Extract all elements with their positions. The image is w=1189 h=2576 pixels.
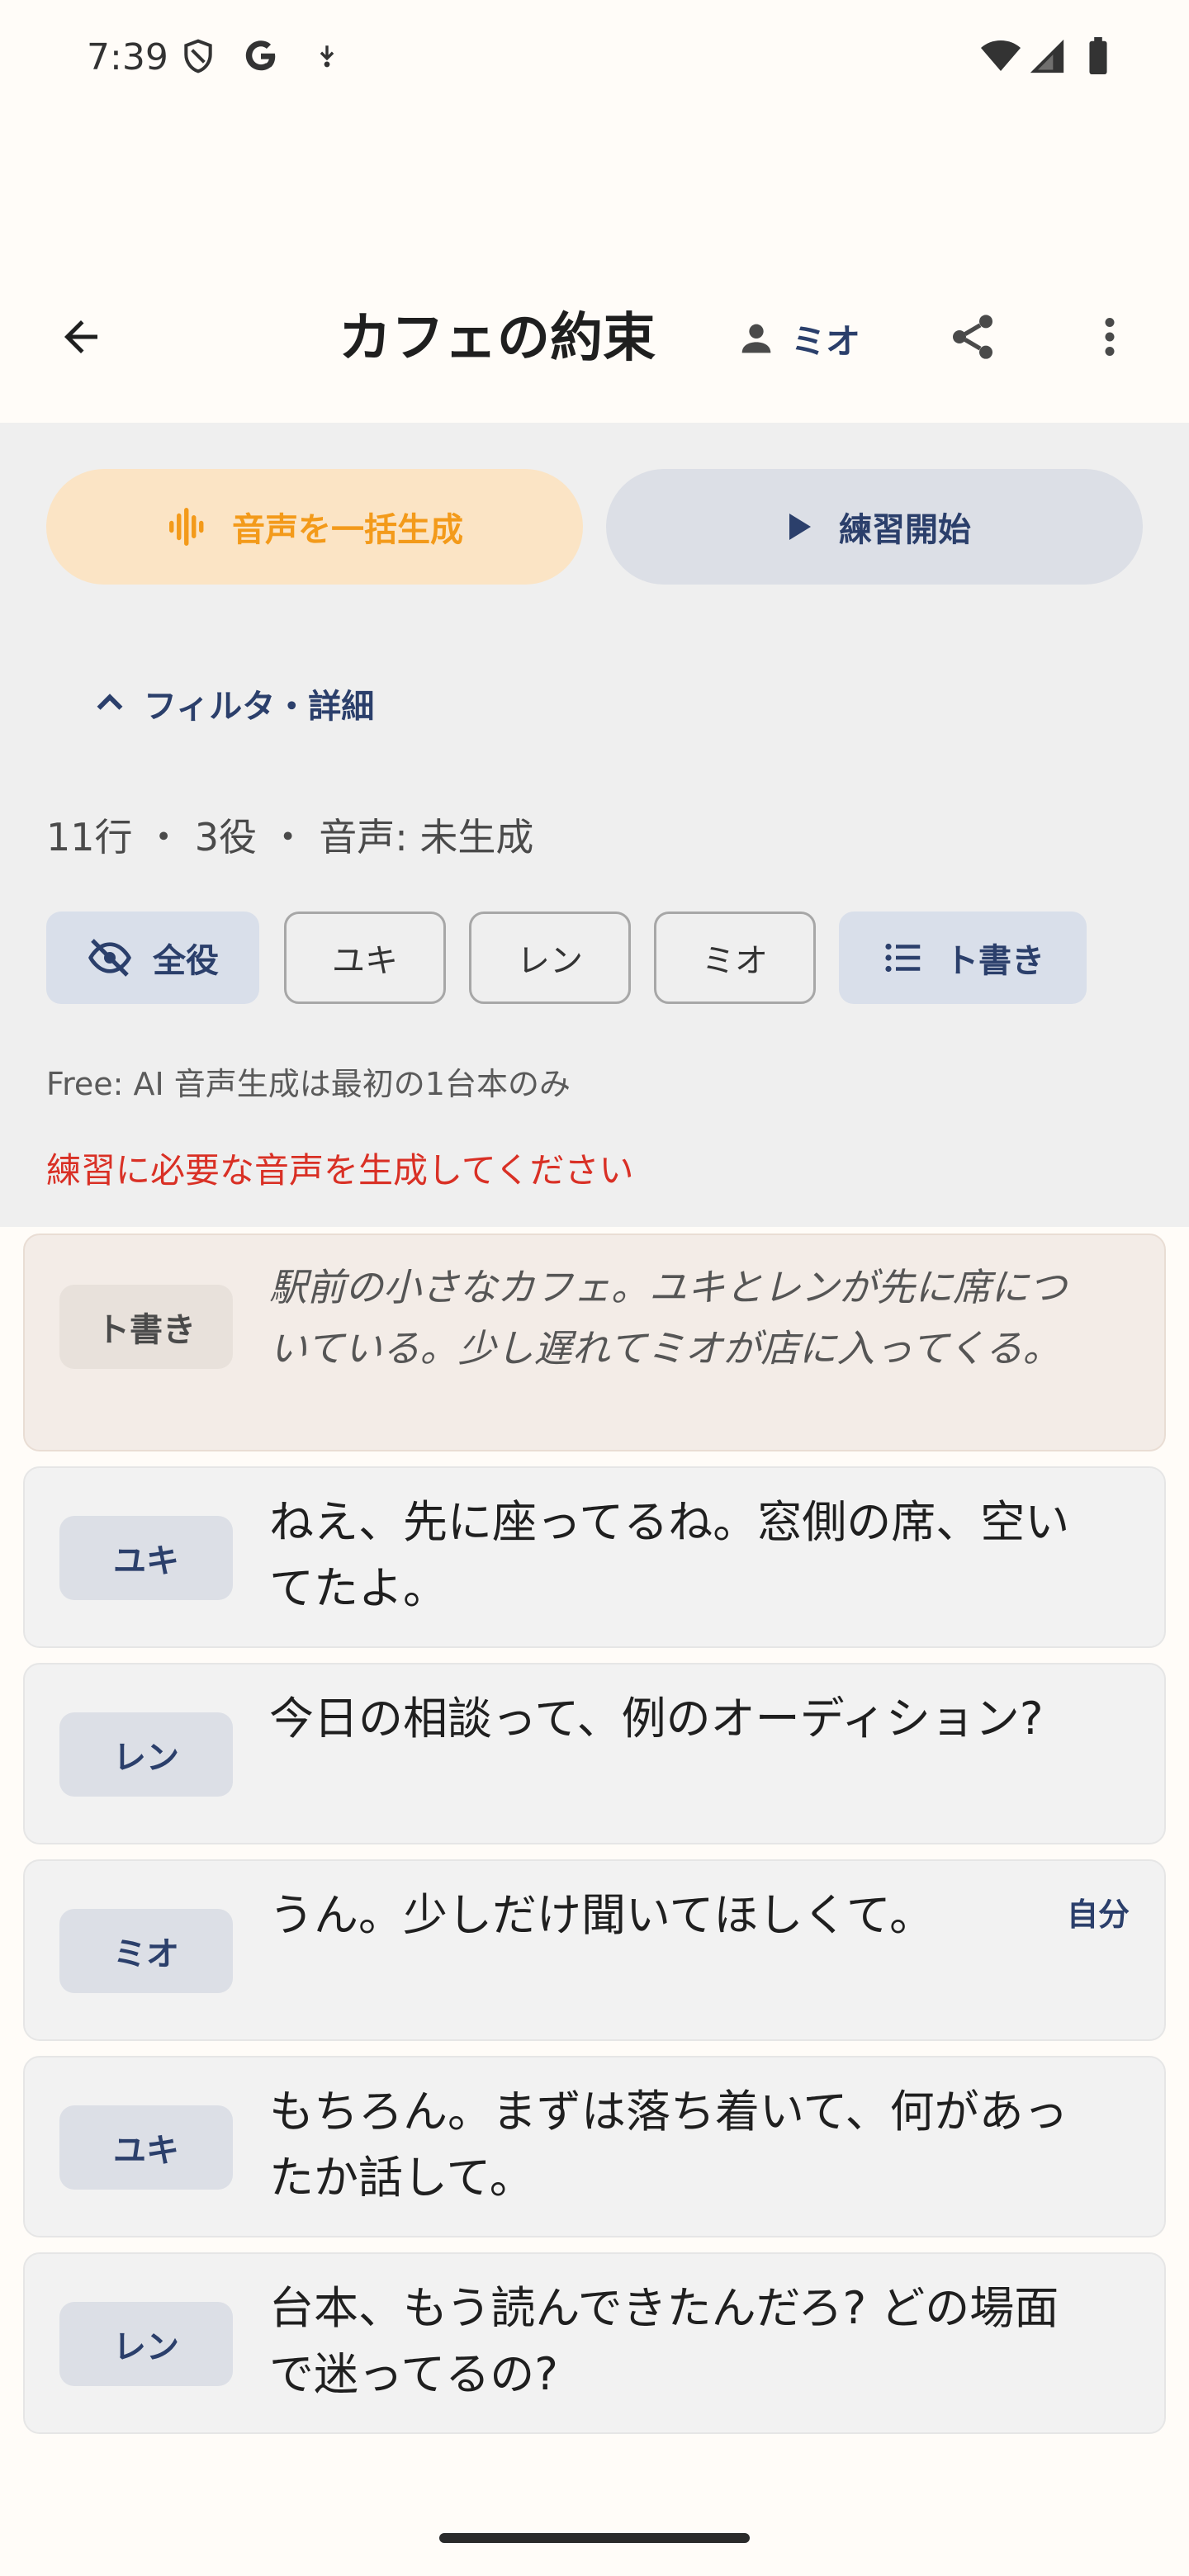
list-item[interactable]: ト書き 駅前の小さなカフェ。ユキとレンが先に席についている。少し遅れてミオが店に…: [23, 1234, 1166, 1451]
generate-audio-label: 音声を一括生成: [232, 511, 463, 549]
share-icon: [953, 315, 992, 359]
script-stats: 11行 ・ 3役 ・ 音声: 未生成: [46, 815, 534, 859]
status-time: 7:39: [87, 36, 168, 78]
person-icon: [741, 324, 771, 353]
chip-label: ミオ: [702, 942, 768, 980]
chip-label: ト書き: [945, 942, 1045, 980]
list-item[interactable]: レン 台本、もう読んできたんだろ? どの場面で迷ってるの?: [23, 2252, 1166, 2434]
list-item[interactable]: ユキ ねえ、先に座ってるね。窓側の席、空いてたよ。: [23, 1466, 1166, 1648]
chip-all-roles[interactable]: 全役: [46, 912, 259, 1004]
waveform-icon: [169, 508, 204, 546]
app-bar: カフェの約束 ミオ: [0, 272, 1189, 396]
line-text: もちろん。まずは落ち着いて、何があったか話して。: [269, 2086, 1068, 2204]
speaker-badge: ト書き: [59, 1285, 233, 1369]
my-role-button[interactable]: ミオ: [735, 305, 860, 372]
status-bar: 7:39: [0, 0, 1189, 124]
speaker-badge: レン: [59, 1712, 233, 1797]
list-item[interactable]: レン 今日の相談って、例のオーディション?: [23, 1663, 1166, 1844]
filter-details-label: フィルタ・詳細: [144, 688, 375, 726]
download-icon: [307, 36, 347, 76]
play-icon: [789, 514, 811, 540]
generate-audio-button[interactable]: 音声を一括生成: [46, 469, 583, 585]
signal-icon: [1027, 36, 1067, 76]
chip-ren[interactable]: レン: [469, 912, 631, 1004]
audio-warning: 練習に必要な音声を生成してください: [46, 1150, 634, 1191]
speaker-badge: レン: [59, 2302, 233, 2386]
filter-details-toggle[interactable]: フィルタ・詳細: [91, 670, 374, 736]
self-role-tag: 自分: [1066, 1896, 1130, 1933]
shield-icon: [178, 36, 218, 76]
line-text: 駅前の小さなカフェ。ユキとレンが先に席についている。少し遅れてミオが店に入ってく…: [269, 1265, 1067, 1371]
speaker-badge: ミオ: [59, 1909, 233, 1993]
line-text: ねえ、先に座ってるね。窓側の席、空いてたよ。: [269, 1496, 1070, 1614]
battery-icon: [1078, 36, 1118, 76]
chip-mio[interactable]: ミオ: [654, 912, 816, 1004]
my-role-label: ミオ: [791, 320, 861, 362]
eye-off-icon: [88, 939, 131, 977]
google-icon: [241, 36, 281, 76]
list-icon: [885, 943, 921, 973]
chip-label: 全役: [153, 942, 219, 980]
home-indicator[interactable]: [439, 2533, 750, 2543]
back-button[interactable]: [41, 297, 121, 376]
chip-stage-directions[interactable]: ト書き: [839, 912, 1087, 1004]
start-practice-label: 練習開始: [839, 511, 971, 549]
chevron-up-icon: [97, 694, 123, 710]
page-title: カフェの約束: [339, 308, 656, 369]
chip-label: ユキ: [332, 942, 398, 980]
control-panel: 音声を一括生成 練習開始 フィルタ・詳細 11行 ・ 3役 ・ 音声: 未生成 …: [0, 423, 1189, 1227]
back-arrow-icon: [64, 320, 97, 353]
list-item[interactable]: ミオ うん。少しだけ聞いてほしくて。 自分: [23, 1859, 1166, 2041]
speaker-badge: ユキ: [59, 2105, 233, 2190]
speaker-badge: ユキ: [59, 1516, 233, 1600]
more-vert-icon: [1105, 318, 1115, 356]
line-text: 台本、もう読んできたんだろ? どの場面で迷ってるの?: [269, 2282, 1059, 2400]
list-item[interactable]: ユキ もちろん。まずは落ち着いて、何があったか話して。: [23, 2056, 1166, 2237]
start-practice-button[interactable]: 練習開始: [606, 469, 1143, 585]
line-text: うん。少しだけ聞いてほしくて。: [269, 1889, 935, 1941]
chip-yuki[interactable]: ユキ: [284, 912, 446, 1004]
free-plan-note: Free: AI 音声生成は最初の1台本のみ: [46, 1066, 571, 1102]
line-text: 今日の相談って、例のオーディション?: [269, 1693, 1044, 1745]
share-button[interactable]: [933, 297, 1012, 376]
chip-label: レン: [517, 942, 583, 980]
wifi-icon: [981, 36, 1021, 76]
more-options-button[interactable]: [1070, 297, 1149, 376]
